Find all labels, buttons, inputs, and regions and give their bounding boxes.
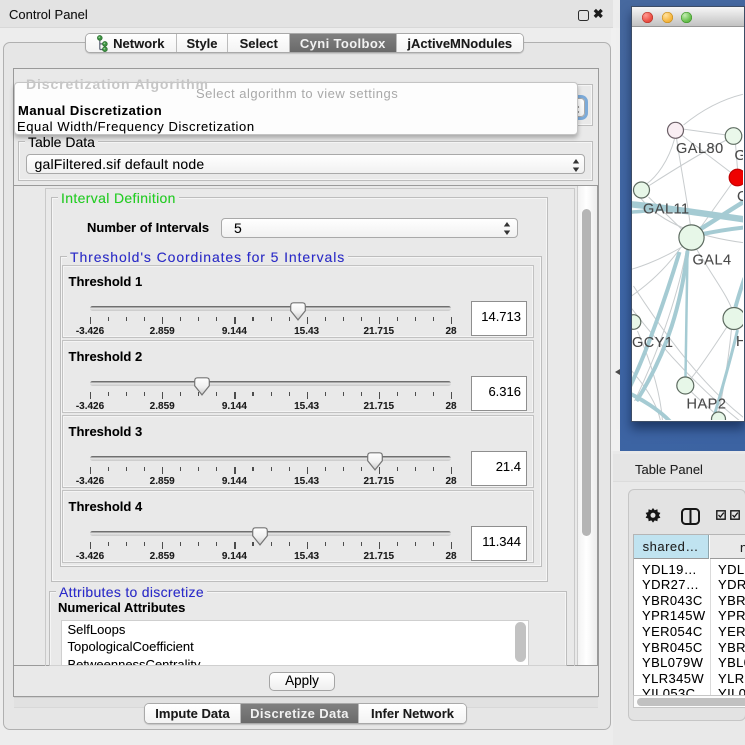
svg-text:H: H — [736, 334, 743, 350]
svg-text:GAL80: GAL80 — [676, 141, 724, 157]
svg-text:HAP2: HAP2 — [687, 397, 727, 413]
svg-text:C: C — [737, 189, 743, 205]
svg-text:GAL4: GAL4 — [693, 253, 732, 269]
svg-text:GA: GA — [735, 148, 744, 164]
svg-text:GCY1: GCY1 — [632, 335, 674, 351]
svg-text:GAL11: GAL11 — [643, 202, 690, 218]
